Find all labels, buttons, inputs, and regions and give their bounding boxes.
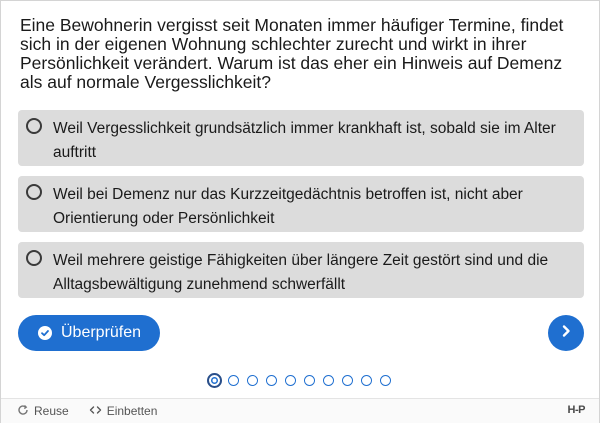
h5p-logo: H-P	[567, 404, 586, 416]
pagination-dot[interactable]	[380, 375, 391, 386]
answer-label: Weil bei Demenz nur das Kurzzeitgedächtn…	[53, 186, 523, 227]
h5p-frame: Eine Bewohnerin vergisst seit Monaten im…	[0, 0, 600, 423]
reuse-label: Reuse	[34, 404, 69, 418]
pagination-dot[interactable]	[304, 375, 315, 386]
answer-option-3[interactable]: Weil mehrere geistige Fähigkeiten über l…	[18, 242, 584, 298]
embed-button[interactable]: Einbetten	[89, 404, 158, 419]
reuse-button[interactable]: Reuse	[17, 404, 69, 419]
answer-label: Weil Vergesslichkeit grundsätzlich immer…	[53, 120, 556, 161]
radio-icon[interactable]	[26, 250, 42, 266]
question-text: Eine Bewohnerin vergisst seit Monaten im…	[20, 15, 564, 92]
radio-icon[interactable]	[26, 118, 42, 134]
radio-icon[interactable]	[26, 184, 42, 200]
check-button[interactable]: Überprüfen	[18, 315, 160, 351]
pagination-dot[interactable]	[247, 375, 258, 386]
pagination-dot[interactable]	[361, 375, 372, 386]
pagination-dot[interactable]	[323, 375, 334, 386]
check-button-label: Überprüfen	[61, 324, 142, 341]
reuse-icon	[17, 404, 34, 419]
pagination-dot[interactable]	[266, 375, 277, 386]
question-content: Eine Bewohnerin vergisst seit Monaten im…	[1, 1, 599, 398]
check-circle-icon	[38, 326, 52, 340]
footer-bar: Reuse Einbetten H-P	[1, 398, 599, 423]
pagination-dots	[207, 373, 399, 388]
next-button[interactable]	[548, 315, 584, 351]
answer-option-2[interactable]: Weil bei Demenz nur das Kurzzeitgedächtn…	[18, 176, 584, 232]
embed-label: Einbetten	[106, 404, 158, 418]
pagination-dot[interactable]	[228, 375, 239, 386]
pagination-dot[interactable]	[285, 375, 296, 386]
pagination-dot-current[interactable]	[207, 373, 222, 388]
answer-option-1[interactable]: Weil Vergesslichkeit grundsätzlich immer…	[18, 110, 584, 166]
pagination-dot[interactable]	[342, 375, 353, 386]
code-icon	[89, 404, 107, 419]
answer-list: Weil Vergesslichkeit grundsätzlich immer…	[18, 110, 584, 308]
answer-label: Weil mehrere geistige Fähigkeiten über l…	[53, 252, 549, 293]
chevron-right-icon	[559, 324, 573, 343]
